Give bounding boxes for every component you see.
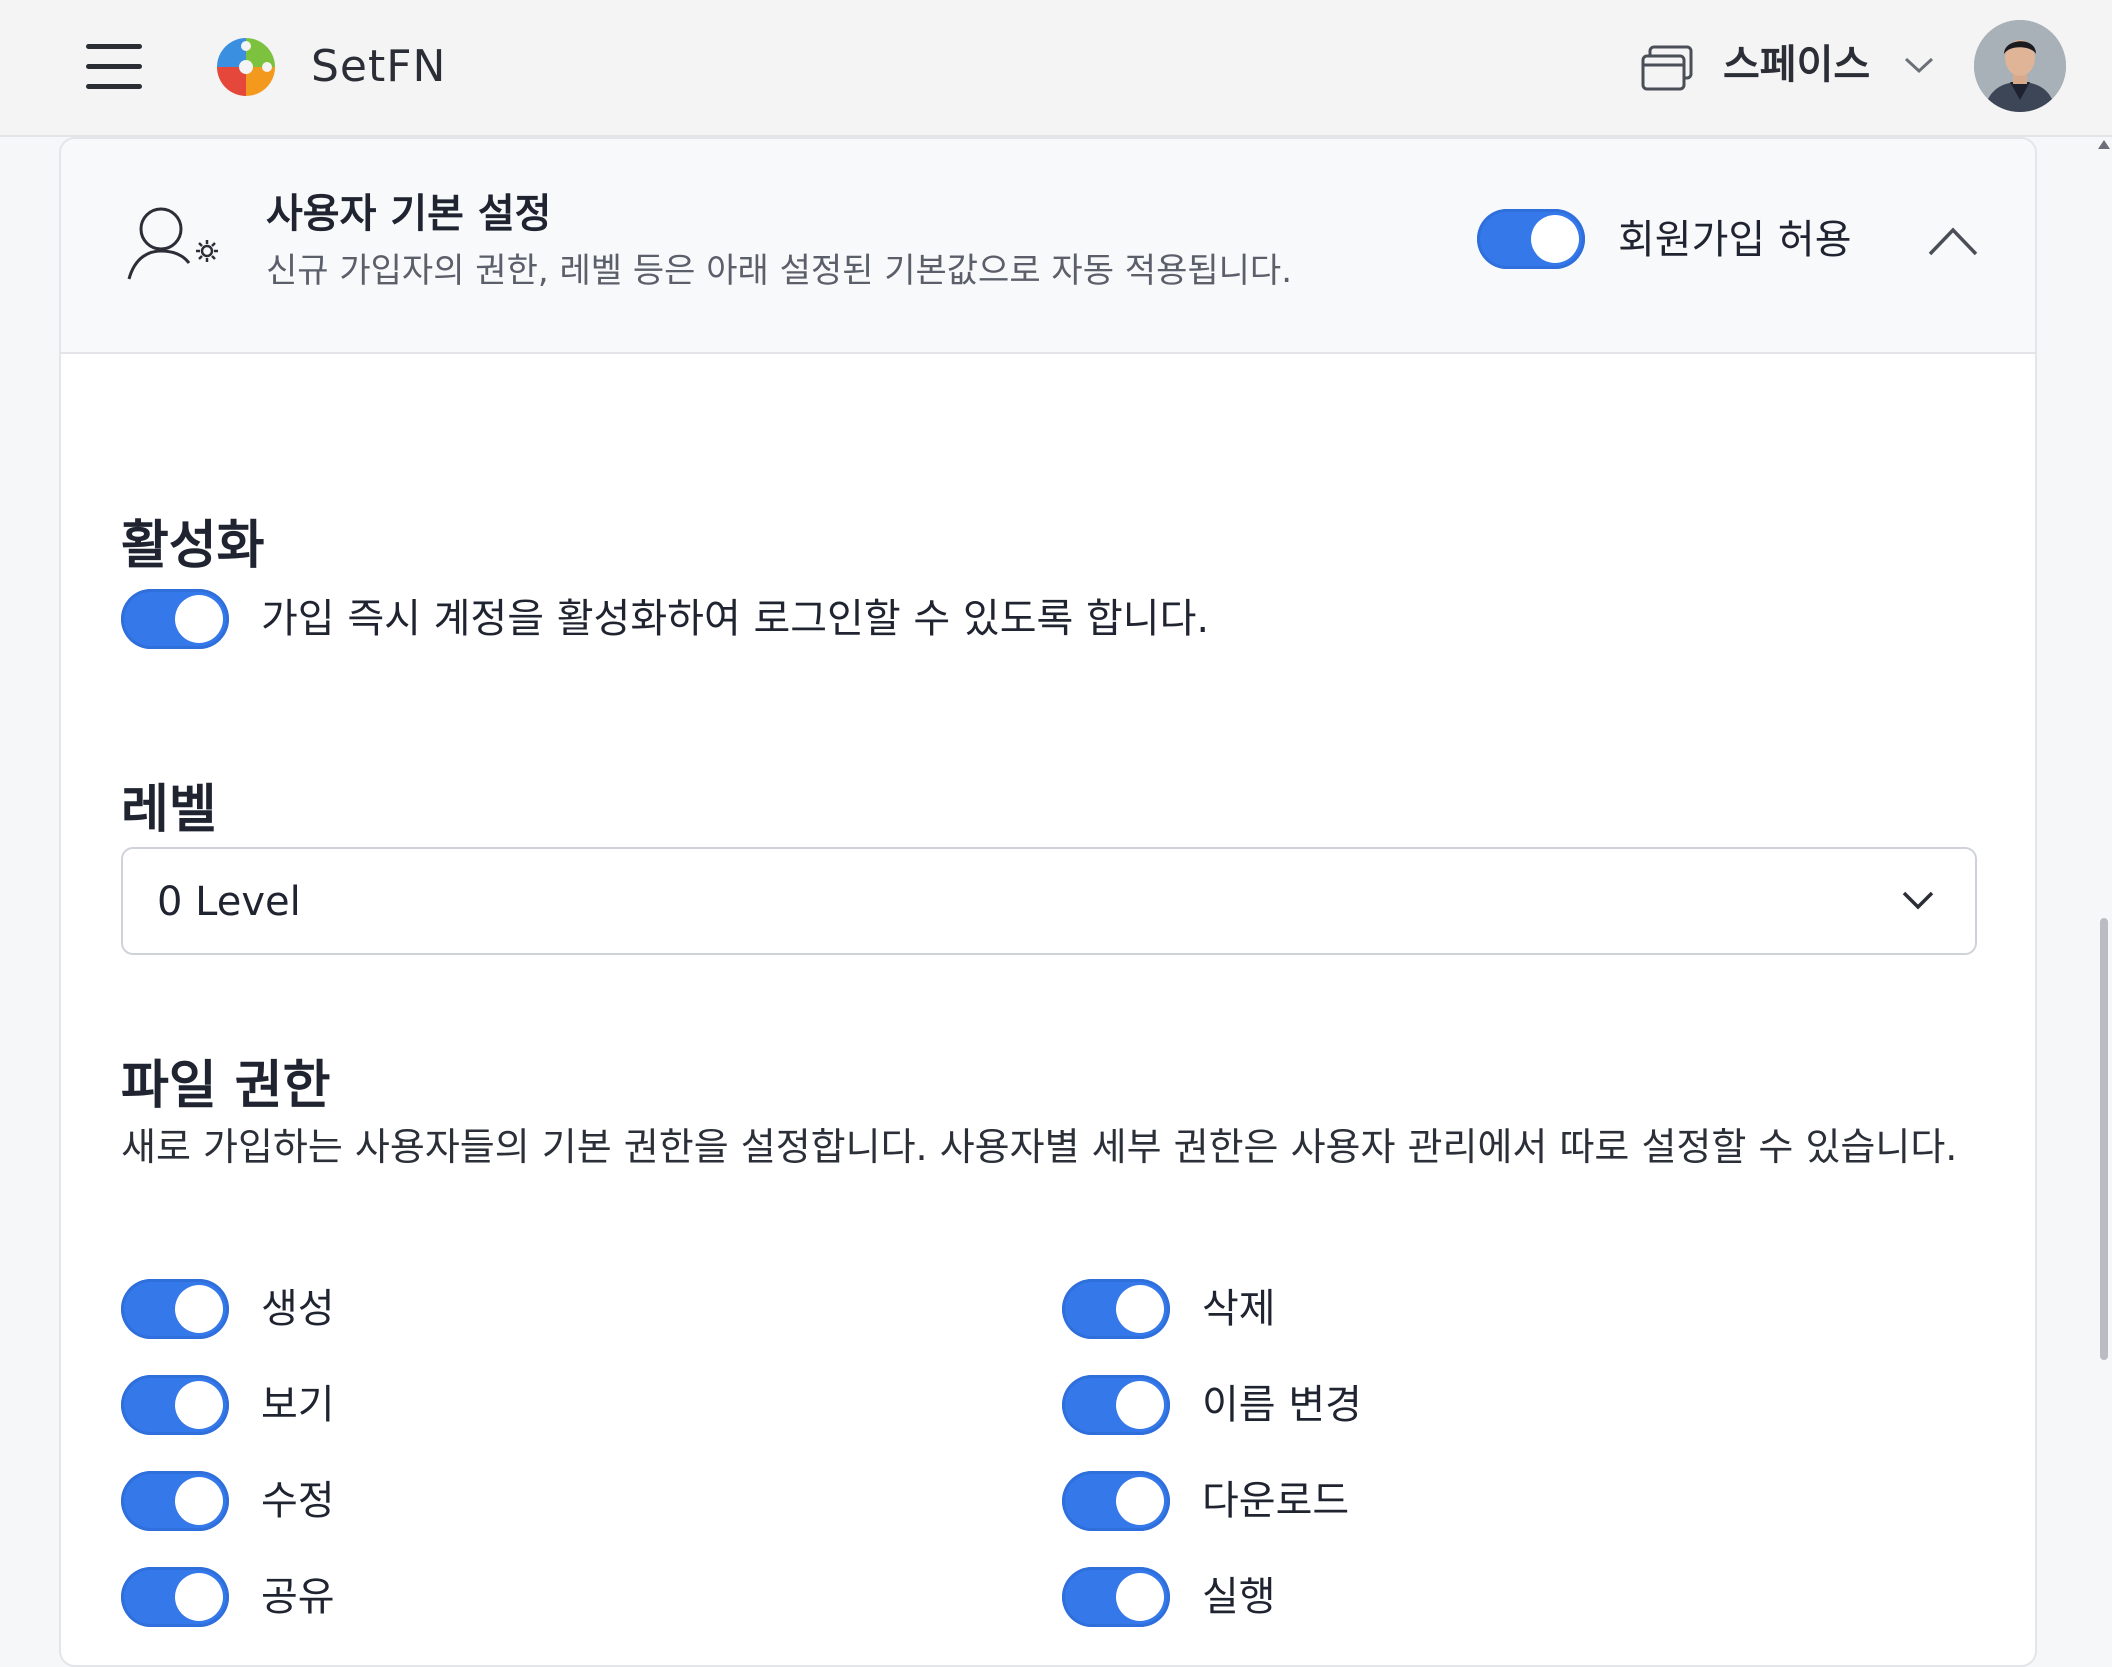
hamburger-icon[interactable] bbox=[86, 44, 142, 90]
permission-label: 이름 변경 bbox=[1202, 1382, 1362, 1428]
toggle-switch[interactable] bbox=[1062, 1567, 1170, 1627]
toggle-switch[interactable] bbox=[121, 1279, 229, 1339]
toggle-switch[interactable] bbox=[121, 1471, 229, 1531]
section-subtitle: 신규 가입자의 권한, 레벨 등은 아래 설정된 기본값으로 자동 적용됩니다. bbox=[266, 251, 1293, 291]
file-permissions-heading: 파일 권한 bbox=[121, 1056, 331, 1116]
chevron-up-icon[interactable] bbox=[1927, 225, 1979, 257]
section-title: 사용자 기본 설정 bbox=[266, 191, 552, 237]
activation-toggle[interactable] bbox=[121, 589, 229, 649]
card-header[interactable]: 사용자 기본 설정 신규 가입자의 권한, 레벨 등은 아래 설정된 기본값으로… bbox=[61, 139, 2035, 354]
level-heading: 레벨 bbox=[121, 780, 217, 840]
avatar-image bbox=[1974, 20, 2066, 112]
hamburger-line bbox=[86, 84, 142, 89]
file-permissions-description: 새로 가입하는 사용자들의 기본 권한을 설정합니다. 사용자별 세부 권한은 … bbox=[121, 1125, 1958, 1169]
permission-label: 수정 bbox=[261, 1478, 335, 1524]
chevron-down-icon[interactable] bbox=[1904, 56, 1934, 74]
user-avatar[interactable] bbox=[1974, 20, 2066, 112]
toggle-switch[interactable] bbox=[121, 1567, 229, 1627]
windows-stack-icon[interactable] bbox=[1640, 44, 1694, 92]
signup-allow-label: 회원가입 허용 bbox=[1618, 217, 1852, 263]
user-gear-icon bbox=[127, 207, 218, 280]
hamburger-line bbox=[86, 64, 142, 69]
permission-label: 삭제 bbox=[1202, 1286, 1276, 1332]
toggle-switch[interactable] bbox=[121, 589, 229, 649]
vertical-scrollbar[interactable] bbox=[2094, 137, 2112, 1651]
puzzle-logo-icon[interactable] bbox=[213, 34, 279, 100]
level-select[interactable]: 0 Level bbox=[121, 847, 1977, 955]
scrollbar-thumb[interactable] bbox=[2100, 918, 2108, 1360]
brand-name[interactable]: SetFN bbox=[311, 36, 446, 98]
level-selected-value: 0 Level bbox=[157, 879, 301, 925]
permission-label: 다운로드 bbox=[1202, 1478, 1350, 1524]
permission-label: 공유 bbox=[261, 1574, 335, 1620]
user-default-settings-card: 사용자 기본 설정 신규 가입자의 권한, 레벨 등은 아래 설정된 기본값으로… bbox=[59, 137, 2037, 1667]
permission-label: 보기 bbox=[261, 1382, 335, 1428]
toggle-switch[interactable] bbox=[121, 1375, 229, 1435]
top-navigation-bar: SetFN 스페이스 bbox=[0, 0, 2112, 137]
hamburger-line bbox=[86, 44, 142, 49]
toggle-switch[interactable] bbox=[1477, 209, 1585, 269]
permission-label: 생성 bbox=[261, 1286, 335, 1332]
scroll-up-arrow-icon[interactable] bbox=[2098, 140, 2110, 149]
toggle-switch[interactable] bbox=[1062, 1279, 1170, 1339]
toggle-switch[interactable] bbox=[1062, 1471, 1170, 1531]
signup-allow-toggle[interactable] bbox=[1477, 209, 1585, 269]
chevron-down-icon bbox=[1902, 891, 1934, 910]
permission-label: 실행 bbox=[1202, 1574, 1276, 1620]
activation-description: 가입 즉시 계정을 활성화하여 로그인할 수 있도록 합니다. bbox=[261, 596, 1210, 642]
space-selector-label[interactable]: 스페이스 bbox=[1723, 36, 1870, 94]
toggle-switch[interactable] bbox=[1062, 1375, 1170, 1435]
activation-heading: 활성화 bbox=[121, 516, 265, 576]
